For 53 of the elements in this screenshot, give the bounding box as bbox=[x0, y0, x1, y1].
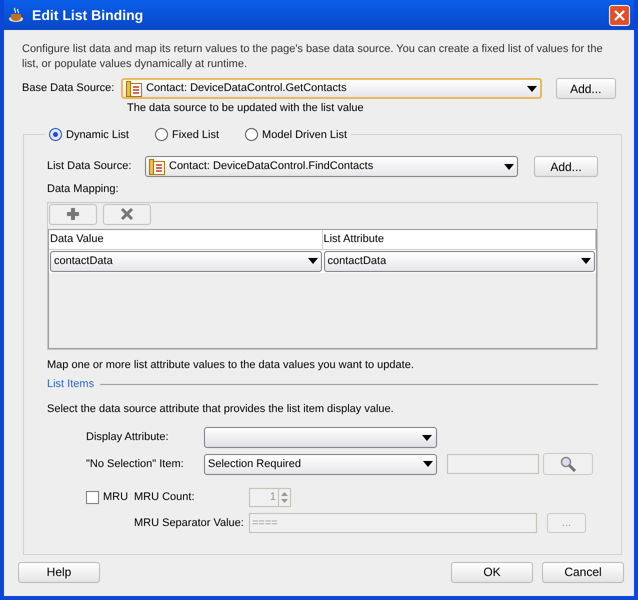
mru-count-label: MRU Count: bbox=[134, 490, 196, 506]
radio-button[interactable] bbox=[49, 128, 62, 142]
close-button[interactable] bbox=[609, 4, 630, 26]
radio-label[interactable]: Model Driven List bbox=[262, 126, 348, 143]
mapping-note: Map one or more list attribute values to the data values you want to update. bbox=[47, 358, 415, 372]
text-field[interactable] bbox=[447, 454, 539, 474]
radio-button[interactable] bbox=[245, 128, 258, 142]
caret-icon bbox=[581, 258, 591, 264]
caret-icon bbox=[504, 164, 514, 170]
base-data-source-label: Base Data Source: bbox=[22, 81, 116, 96]
add-button[interactable]: Add... bbox=[534, 156, 598, 177]
spinner-arrows-icon bbox=[281, 492, 288, 503]
caret-icon bbox=[423, 461, 433, 467]
document-icon bbox=[149, 158, 165, 174]
mru-separator-label: MRU Separator Value: bbox=[134, 516, 245, 531]
hint-text: The data source to be updated with the list value bbox=[127, 101, 365, 116]
section-title: List Items bbox=[47, 377, 94, 392]
ok-button[interactable]: OK bbox=[451, 562, 533, 582]
list-data-source-dropdown[interactable]: Contact: DeviceDataControl.FindContacts bbox=[145, 156, 518, 177]
search-button[interactable] bbox=[543, 453, 593, 475]
caret-icon bbox=[422, 434, 432, 440]
delete-row-button[interactable] bbox=[103, 204, 151, 224]
add-row-button[interactable] bbox=[49, 204, 97, 224]
list-items-description: Select the data source attribute that provides the list item display value. bbox=[47, 402, 395, 416]
cancel-button[interactable]: Cancel bbox=[542, 562, 624, 582]
document-icon bbox=[126, 80, 142, 96]
description-text: Configure list data and map its return values to the page's base data source. You can create a fixed list of values for the list, or populate values dynamically at runtime. bbox=[22, 42, 604, 72]
plus-icon bbox=[66, 207, 80, 221]
display-attribute-dropdown[interactable] bbox=[204, 427, 437, 448]
caret-icon bbox=[526, 86, 536, 92]
no-selection-label: "No Selection" Item: bbox=[86, 456, 185, 472]
list-data-source-label: List Data Source: bbox=[47, 159, 132, 174]
mru-label[interactable]: MRU bbox=[103, 489, 128, 506]
display-attribute-label: Display Attribute: bbox=[86, 430, 170, 446]
help-button[interactable]: Help bbox=[18, 562, 100, 582]
search-icon bbox=[560, 456, 576, 472]
radio-label[interactable]: Fixed List bbox=[172, 126, 220, 143]
column-header: List Attribute bbox=[322, 230, 596, 250]
radio-label[interactable]: Dynamic List bbox=[66, 126, 129, 143]
mru-checkbox[interactable] bbox=[86, 491, 99, 504]
delete-icon bbox=[120, 207, 134, 221]
data-mapping-label: Data Mapping: bbox=[47, 182, 120, 197]
cell-dropdown[interactable]: contactData bbox=[50, 250, 322, 272]
column-header: Data Value bbox=[49, 230, 322, 250]
caret-icon bbox=[308, 258, 318, 264]
coffee-cup-icon bbox=[8, 7, 24, 23]
add-button[interactable]: Add... bbox=[556, 78, 616, 99]
radio-button[interactable] bbox=[154, 128, 168, 142]
close-icon bbox=[614, 10, 625, 20]
base-data-source-dropdown[interactable]: Contact: DeviceDataControl.GetContacts bbox=[121, 78, 542, 99]
no-selection-dropdown[interactable]: Selection Required bbox=[204, 454, 437, 474]
window-title: Edit List Binding bbox=[32, 6, 144, 25]
cell-dropdown[interactable]: contactData bbox=[324, 250, 595, 272]
